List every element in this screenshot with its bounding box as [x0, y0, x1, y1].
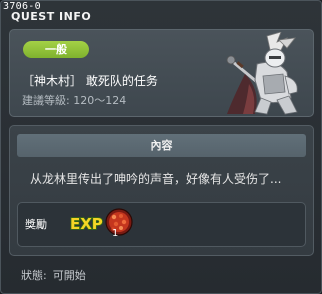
- quest-content-panel: 內容 从龙林里传出了呻吟的声音，好像有人受伤了... 獎勵 EXP 1: [9, 125, 314, 256]
- reward-label: 獎勵: [25, 218, 47, 231]
- content-header: 內容: [17, 134, 306, 157]
- exp-icon-text: EXP: [70, 215, 103, 233]
- npc-portrait-icon: [226, 32, 298, 115]
- recommended-level: 建議等級: 120～124: [22, 94, 127, 107]
- quest-header-panel: 一般 ［神木村］ 敢死队的任务 建議等級: 120～124: [9, 29, 314, 117]
- status-line: 狀態: 可開始: [21, 267, 86, 283]
- item-quantity: 1: [112, 228, 119, 239]
- quest-description: 从龙林里传出了呻吟的声音，好像有人受伤了...: [30, 172, 282, 186]
- status-label: 狀態:: [21, 269, 47, 282]
- status-value: 可開始: [52, 269, 86, 282]
- reward-box: 獎勵 EXP 1: [17, 202, 306, 247]
- red-orb-item-icon[interactable]: [104, 207, 134, 239]
- window-title: QUEST INFO: [11, 10, 92, 23]
- exp-icon: EXP: [69, 214, 103, 234]
- category-badge: 一般: [23, 41, 89, 58]
- quest-name: ［神木村］ 敢死队的任务: [22, 74, 158, 88]
- quest-info-window: 3706-0 QUEST INFO 一般 ［神木村］ 敢死队的任务 建議等級: …: [0, 0, 322, 294]
